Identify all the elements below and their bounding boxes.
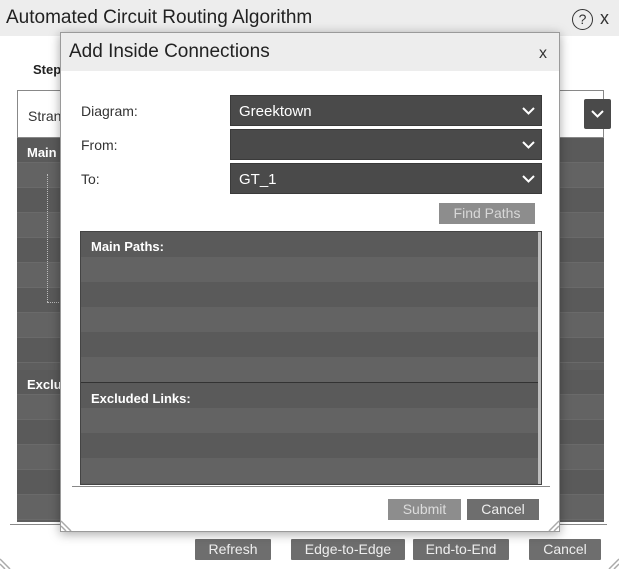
chevron-down-icon [522,141,535,149]
cancel-button[interactable]: Cancel [529,539,601,560]
resize-grip-icon[interactable] [0,555,14,569]
excluded-header: Exclu [27,377,62,392]
resize-grip-icon[interactable] [61,517,75,531]
divider [72,486,550,487]
scrollbar[interactable] [538,232,541,484]
dialog-titlebar: Add Inside Connections x [61,33,559,71]
resize-grip-icon[interactable] [545,517,559,531]
tree-connector [47,174,48,302]
refresh-button[interactable]: Refresh [195,539,271,560]
diagram-label: Diagram: [81,103,138,119]
dialog-cancel-button[interactable]: Cancel [467,499,539,520]
window-close-icon[interactable]: x [600,8,609,29]
excluded-links-header: Excluded Links: [91,391,191,406]
find-paths-button[interactable]: Find Paths [439,203,535,224]
chevron-down-icon [522,107,535,115]
dialog-title: Add Inside Connections [69,41,270,62]
window-titlebar: Automated Circuit Routing Algorithm ? x [0,0,619,36]
to-dropdown[interactable]: GT_1 [230,163,542,194]
end-to-end-button[interactable]: End-to-End [413,539,509,560]
chevron-down-icon [522,175,535,183]
add-inside-connections-dialog: Add Inside Connections x Diagram: Greekt… [60,32,560,532]
main-header: Main [27,145,57,160]
from-dropdown[interactable] [230,129,542,160]
step-label: Step [33,62,62,77]
window-title: Automated Circuit Routing Algorithm [6,7,313,28]
main-paths-header: Main Paths: [91,239,164,254]
from-label: From: [81,137,118,153]
to-value: GT_1 [239,171,277,188]
chevron-down-icon [591,110,604,118]
paths-panel: Main Paths: Excluded Links: [80,231,542,485]
strand-label: Stran [28,108,62,124]
to-label: To: [81,171,100,187]
tree-connector [47,302,61,303]
submit-button[interactable]: Submit [388,499,461,520]
dialog-close-icon[interactable]: x [539,45,547,63]
diagram-value: Greektown [239,103,312,120]
edge-to-edge-button[interactable]: Edge-to-Edge [291,539,405,560]
diagram-dropdown[interactable]: Greektown [230,95,542,126]
help-icon[interactable]: ? [572,9,593,30]
resize-grip-icon[interactable] [605,555,619,569]
strand-dropdown[interactable] [584,99,611,129]
